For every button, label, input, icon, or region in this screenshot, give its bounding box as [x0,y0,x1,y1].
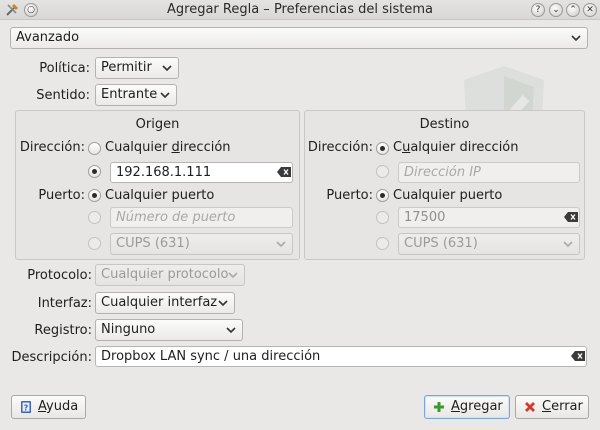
cancel-label-rest: errar [551,399,583,414]
help-book-icon: ? [21,401,31,413]
destination-address-input[interactable] [398,162,580,183]
help-circle-icon[interactable]: ? [531,3,545,17]
origin-service-value: CUPS (631) [116,236,190,251]
chevron-down-icon [276,241,286,248]
policy-select[interactable]: Permitir [95,57,179,79]
destination-specific-address-radio[interactable] [376,165,389,178]
chevron-down-icon [571,35,581,42]
direction-select[interactable]: Entrante [95,84,177,106]
origin-any-port-label[interactable]: Cualquier puerto [105,188,214,203]
clear-text-icon[interactable] [571,351,585,361]
description-input[interactable] [95,346,587,367]
chevron-down-icon [228,272,238,279]
maximize-icon[interactable]: ⌃ [566,3,580,17]
label-part: Cualquier [105,140,172,155]
logging-value: Ninguno [101,322,156,337]
title-bar: ○ Agregar Regla – Preferencias del siste… [0,0,600,20]
chevron-down-icon [563,241,573,248]
window-title: Agregar Regla – Preferencias del sistema [167,2,433,17]
chevron-down-icon [160,92,170,99]
add-label-rest: gregar [459,399,503,414]
chevron-down-icon [162,65,172,72]
cancel-x-icon [525,402,535,412]
protocol-label: Protocolo: [27,268,92,283]
direction-value: Entrante [101,87,158,102]
destination-any-address-label[interactable]: Cualquier dirección [393,140,519,155]
chevron-down-icon [218,300,228,307]
interface-value: Cualquier interfaz [101,295,218,310]
destination-any-address-radio[interactable] [376,142,389,155]
label-part: irección [179,140,231,155]
help-mnemonic: A [38,399,47,414]
direction-label: Sentido: [36,88,90,103]
destination-service-radio[interactable] [376,237,389,250]
svg-text:?: ? [24,404,29,413]
cancel-mnemonic: C [542,399,552,414]
help-button[interactable]: ? Ayuda [11,395,86,419]
label-part: alquier dirección [410,140,519,155]
origin-specific-address-radio[interactable] [88,165,101,178]
origin-port-label: Puerto: [38,188,85,203]
destination-address-label: Dirección: [307,140,373,155]
origin-title: Origen [135,117,180,132]
origin-any-address-label[interactable]: Cualquier dirección [105,140,231,155]
destination-any-port-radio[interactable] [376,189,389,202]
origin-address-input[interactable] [110,162,293,183]
interface-label: Interfaz: [37,296,92,311]
origin-any-address-radio[interactable] [88,142,101,155]
minimize-icon[interactable]: ⌄ [549,3,563,17]
destination-any-port-label[interactable]: Cualquier puerto [393,188,502,203]
chevron-down-icon [226,327,236,334]
logging-label: Registro: [34,323,92,338]
protocol-select[interactable]: Cualquier protocolo [95,264,245,286]
clear-text-icon[interactable] [277,167,291,177]
logging-select[interactable]: Ninguno [95,319,243,341]
label-part: C [393,140,403,155]
destination-service-select[interactable]: CUPS (631) [398,233,580,255]
mnemonic: d [171,140,180,155]
add-mnemonic: A [451,399,460,414]
description-label: Descripción: [11,350,92,365]
add-plus-icon [434,402,444,412]
clear-text-icon[interactable] [564,212,578,222]
cancel-button[interactable]: Cerrar [515,395,589,419]
close-icon[interactable]: ✕ [583,3,597,17]
destination-specific-port-radio[interactable] [376,211,389,224]
interface-select[interactable]: Cualquier interfaz [95,292,235,314]
mode-value: Avanzado [16,30,80,45]
destination-port-input[interactable] [398,207,580,228]
destination-port-label: Puerto: [326,188,373,203]
destination-title: Destino [419,117,470,132]
origin-service-radio[interactable] [88,237,101,250]
dialog-window: ○ Agregar Regla – Preferencias del siste… [0,0,600,430]
mode-select[interactable]: Avanzado [10,27,588,49]
policy-label: Política: [39,61,90,76]
destination-service-value: CUPS (631) [404,236,478,251]
add-button[interactable]: Agregar [424,395,510,419]
origin-any-port-radio[interactable] [88,189,101,202]
protocol-value: Cualquier protocolo [101,267,229,282]
policy-value: Permitir [101,60,152,75]
origin-address-label: Dirección: [19,140,85,155]
origin-specific-port-radio[interactable] [88,211,101,224]
origin-port-input[interactable] [110,207,293,228]
origin-service-select[interactable]: CUPS (631) [110,233,293,255]
help-label-rest: yuda [46,399,79,414]
